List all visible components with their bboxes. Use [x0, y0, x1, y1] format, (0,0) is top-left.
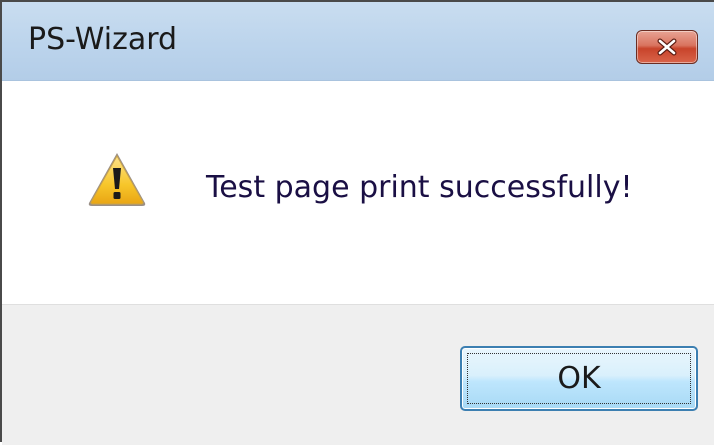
close-button[interactable]	[636, 30, 698, 64]
dialog-window: PS-Wizard Test page print successfully!	[0, 0, 714, 445]
dialog-message: Test page print successfully!	[206, 170, 633, 205]
ok-button-label: OK	[557, 361, 601, 396]
window-title: PS-Wizard	[28, 22, 178, 57]
close-icon	[657, 38, 677, 56]
warning-icon	[88, 153, 146, 206]
dialog-footer: OK	[2, 304, 714, 445]
dialog-content: Test page print successfully!	[2, 81, 714, 304]
title-bar[interactable]: PS-Wizard	[2, 2, 714, 81]
ok-button[interactable]: OK	[460, 346, 698, 411]
